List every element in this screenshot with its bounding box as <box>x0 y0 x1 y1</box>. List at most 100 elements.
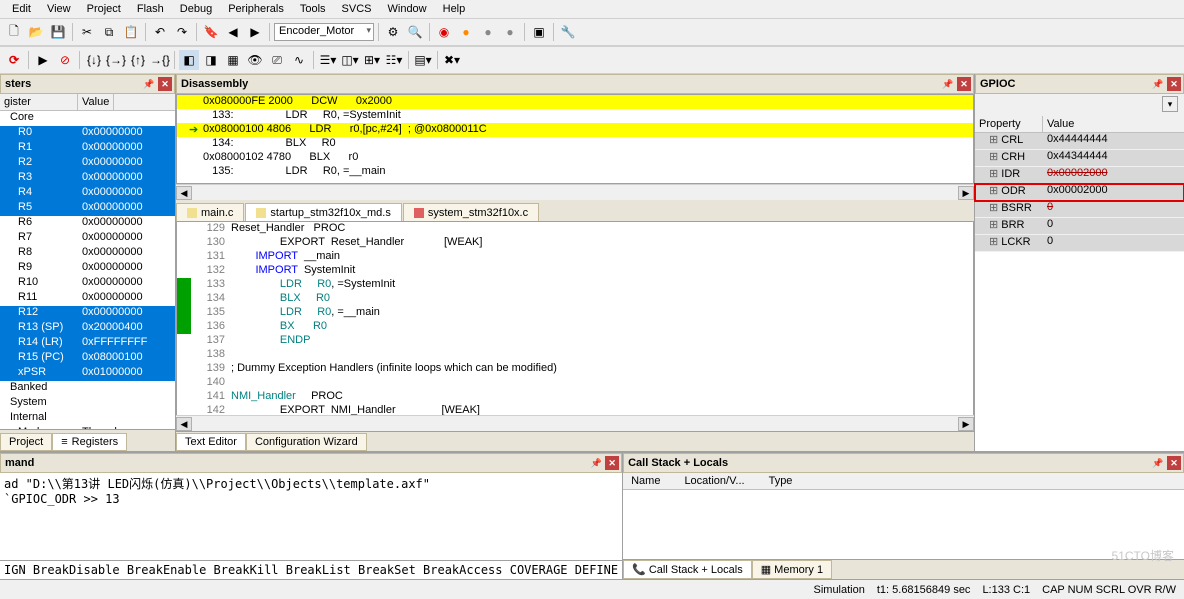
disasm-line[interactable]: 135: LDR R0, =__main <box>177 165 973 179</box>
close-icon[interactable]: ✕ <box>158 77 172 91</box>
disasm-line[interactable]: 133: LDR R0, =SystemInit <box>177 109 973 123</box>
view-mem-icon[interactable]: ▦ <box>223 50 243 70</box>
dropdown-icon[interactable]: ▾ <box>1162 96 1178 112</box>
code-line[interactable] <box>231 348 973 362</box>
pin-icon[interactable]: 📌 <box>1151 77 1165 91</box>
disasm-line[interactable]: 134: BLX R0 <box>177 137 973 151</box>
view-watch-icon[interactable]: 👁 <box>245 50 265 70</box>
disasm-line[interactable]: ➔0x08000100 4806 LDR r0,[pc,#24] ; @0x08… <box>177 123 973 137</box>
register-row[interactable]: R120x00000000 <box>0 306 175 321</box>
disasm-line[interactable]: 0x08000102 4780 BLX r0 <box>177 151 973 165</box>
cut-icon[interactable]: ✂ <box>77 22 97 42</box>
code-tab[interactable]: main.c <box>176 203 244 221</box>
gpioc-row-ODR[interactable]: ⊞ ODR0x00002000 <box>975 184 1184 201</box>
pin-icon[interactable]: 📌 <box>941 77 955 91</box>
register-row[interactable]: R20x00000000 <box>0 156 175 171</box>
gpioc-row-CRL[interactable]: ⊞ CRL0x44444444 <box>975 133 1184 150</box>
breakpoint-bar[interactable]: IGN BreakDisable BreakEnable BreakKill B… <box>0 560 622 579</box>
menu-window[interactable]: Window <box>380 2 435 16</box>
pin-icon[interactable]: 📌 <box>589 456 603 470</box>
menu-help[interactable]: Help <box>435 2 474 16</box>
code-line[interactable]: IMPORT __main <box>231 250 973 264</box>
rec-icon[interactable]: ● <box>456 22 476 42</box>
reset-icon[interactable]: ⟳ <box>4 50 24 70</box>
register-row[interactable]: System <box>0 396 175 411</box>
editor-hscroll[interactable]: ◀▶ <box>176 415 974 431</box>
close-icon[interactable]: ✕ <box>1167 77 1181 91</box>
editor-tab[interactable]: Text Editor <box>176 433 246 451</box>
wrench-icon[interactable]: 🔧 <box>558 22 578 42</box>
run-to-icon[interactable]: →{} <box>150 50 170 70</box>
window-icon[interactable]: ▣ <box>529 22 549 42</box>
run-icon[interactable]: ▶ <box>33 50 53 70</box>
gpioc-row-LCKR[interactable]: ⊞ LCKR0 <box>975 235 1184 252</box>
register-row[interactable]: R14 (LR)0xFFFFFFFF <box>0 336 175 351</box>
code-line[interactable]: EXPORT NMI_Handler [WEAK] <box>231 404 973 415</box>
code-line[interactable]: BX R0 <box>231 320 973 334</box>
redo-icon[interactable]: ↷ <box>172 22 192 42</box>
callstack-tab[interactable]: ▦ Memory 1 <box>752 560 832 579</box>
stop-rec-icon[interactable]: ● <box>478 22 498 42</box>
register-row[interactable]: R90x00000000 <box>0 261 175 276</box>
register-row[interactable]: Core <box>0 111 175 126</box>
code-line[interactable]: Reset_Handler PROC <box>231 222 973 236</box>
target-combo[interactable]: Encoder_Motor <box>274 23 374 41</box>
code-line[interactable]: IMPORT SystemInit <box>231 264 973 278</box>
register-row[interactable]: R30x00000000 <box>0 171 175 186</box>
code-line[interactable]: EXPORT Reset_Handler [WEAK] <box>231 236 973 250</box>
stop-icon[interactable]: ⊘ <box>55 50 75 70</box>
left-tab-project[interactable]: Project <box>0 433 52 451</box>
close-icon[interactable]: ✕ <box>1167 456 1181 470</box>
menu-edit[interactable]: Edit <box>4 2 39 16</box>
bookmark-prev-icon[interactable]: ◀ <box>223 22 243 42</box>
bookmark-next-icon[interactable]: ▶ <box>245 22 265 42</box>
gpioc-row-IDR[interactable]: ⊞ IDR0x00002000 <box>975 167 1184 184</box>
close-icon[interactable]: ✕ <box>957 77 971 91</box>
gpioc-row-BRR[interactable]: ⊞ BRR0 <box>975 218 1184 235</box>
pin-icon[interactable]: 📌 <box>142 77 156 91</box>
debug-icon[interactable]: ◉ <box>434 22 454 42</box>
code-tab[interactable]: startup_stm32f10x_md.s <box>245 203 401 221</box>
disassembly-hscroll[interactable]: ◀▶ <box>176 184 974 200</box>
open-icon[interactable]: 📂 <box>26 22 46 42</box>
new-icon[interactable]: 🗋 <box>4 22 24 42</box>
view-sym-icon[interactable]: ⊞▾ <box>362 50 382 70</box>
code-line[interactable]: LDR R0, =__main <box>231 306 973 320</box>
register-row[interactable]: R13 (SP)0x20000400 <box>0 321 175 336</box>
scroll-right-icon[interactable]: ▶ <box>958 417 974 431</box>
gpioc-table[interactable]: ⊞ CRL0x44444444⊞ CRH0x44344444⊞ IDR0x000… <box>975 133 1184 451</box>
view-cs-icon[interactable]: ☰▾ <box>318 50 338 70</box>
code-line[interactable]: NMI_Handler PROC <box>231 390 973 404</box>
view-serial-icon[interactable]: ⎚ <box>267 50 287 70</box>
register-row[interactable]: R50x00000000 <box>0 201 175 216</box>
pin-icon[interactable]: 📌 <box>1151 456 1165 470</box>
close-icon[interactable]: ✕ <box>605 456 619 470</box>
code-line[interactable]: BLX R0 <box>231 292 973 306</box>
register-row[interactable]: R110x00000000 <box>0 291 175 306</box>
scroll-left-icon[interactable]: ◀ <box>176 186 192 200</box>
register-row[interactable]: R60x00000000 <box>0 216 175 231</box>
register-row[interactable]: R80x00000000 <box>0 246 175 261</box>
scroll-right-icon[interactable]: ▶ <box>958 186 974 200</box>
step-over-icon[interactable]: {→} <box>106 50 126 70</box>
tools-icon[interactable]: ✖▾ <box>442 50 462 70</box>
code-editor[interactable]: 1291301311321331341351361371381391401411… <box>176 222 974 415</box>
register-row[interactable]: R40x00000000 <box>0 186 175 201</box>
command-output[interactable]: ad "D:\\第13讲 LED闪烁(仿真)\\Project\\Objects… <box>0 473 622 560</box>
callstack-tab[interactable]: 📞 Call Stack + Locals <box>623 560 752 579</box>
save-icon[interactable]: 💾 <box>48 22 68 42</box>
register-row[interactable]: Banked <box>0 381 175 396</box>
build-icon[interactable]: ⚙ <box>383 22 403 42</box>
register-row[interactable]: R100x00000000 <box>0 276 175 291</box>
register-row[interactable]: xPSR0x01000000 <box>0 366 175 381</box>
view-perf-icon[interactable]: ☷▾ <box>384 50 404 70</box>
gpioc-row-BSRR[interactable]: ⊞ BSRR0 <box>975 201 1184 218</box>
bookmark-icon[interactable]: 🔖 <box>201 22 221 42</box>
callstack-body[interactable] <box>623 490 1184 559</box>
register-row[interactable]: R70x00000000 <box>0 231 175 246</box>
view-trace-icon[interactable]: ◫▾ <box>340 50 360 70</box>
menu-view[interactable]: View <box>39 2 79 16</box>
code-line[interactable] <box>231 376 973 390</box>
menu-svcs[interactable]: SVCS <box>334 2 380 16</box>
disassembly-pane[interactable]: 0x080000FE 2000 DCW 0x2000 133: LDR R0, … <box>176 94 974 184</box>
